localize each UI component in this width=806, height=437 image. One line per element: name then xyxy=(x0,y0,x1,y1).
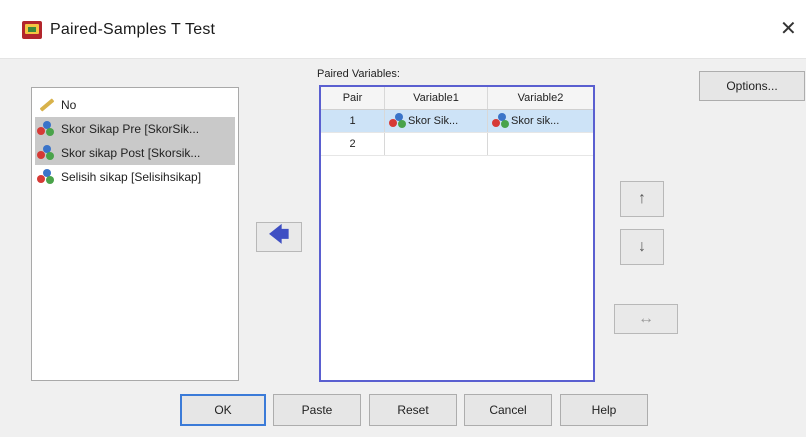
pair-number: 2 xyxy=(321,133,385,155)
variable1-cell[interactable] xyxy=(385,133,488,155)
options-button-label: Options... xyxy=(726,79,778,93)
variable2-cell[interactable] xyxy=(488,133,593,155)
title-bar: Paired-Samples T Test ✕ xyxy=(0,0,806,59)
window-title: Paired-Samples T Test xyxy=(50,21,216,38)
scale-variable-icon xyxy=(37,121,55,137)
swap-arrows-icon: ↔ xyxy=(638,310,654,327)
ruler-pencil-icon xyxy=(37,97,55,113)
arrow-up-icon: ↑ xyxy=(638,190,646,207)
move-arrow-icon: 🡄 xyxy=(268,224,290,246)
move-down-button[interactable]: ↓ xyxy=(620,229,664,265)
ok-button-label: OK xyxy=(214,403,232,417)
source-variable-list[interactable]: No Skor Sikap Pre [SkorSik... Skor sikap… xyxy=(31,87,239,381)
paired-variables-label: Paired Variables: xyxy=(317,68,400,80)
variable2-cell[interactable]: Skor sik... xyxy=(488,110,593,132)
pair-number: 1 xyxy=(321,110,385,132)
paired-variables-table[interactable]: Pair Variable1 Variable2 1 Skor Sik... S… xyxy=(319,85,595,382)
list-item-selisih-sikap[interactable]: Selisih sikap [Selisihsikap] xyxy=(35,165,235,189)
help-button-label: Help xyxy=(591,403,617,417)
spss-app-icon xyxy=(22,21,42,39)
list-item-label: No xyxy=(61,98,77,112)
paste-button-label: Paste xyxy=(301,403,333,417)
list-item-skor-sikap-post[interactable]: Skor sikap Post [Skorsik... xyxy=(35,141,235,165)
move-to-pairs-button[interactable]: 🡄 xyxy=(256,222,302,252)
list-item-label: Skor Sikap Pre [SkorSik... xyxy=(61,122,200,136)
list-item-label: Skor sikap Post [Skorsik... xyxy=(61,146,201,160)
column-header-variable1: Variable1 xyxy=(385,87,488,109)
scale-variable-icon xyxy=(37,145,55,161)
table-row[interactable]: 1 Skor Sik... Skor sik... xyxy=(321,110,593,133)
variable1-value: Skor Sik... xyxy=(408,115,459,127)
table-header: Pair Variable1 Variable2 xyxy=(321,87,593,110)
close-icon[interactable]: ✕ xyxy=(780,16,797,41)
variable1-cell[interactable]: Skor Sik... xyxy=(385,110,488,132)
scale-variable-icon xyxy=(492,113,509,129)
ok-button[interactable]: OK xyxy=(180,394,266,426)
help-button[interactable]: Help xyxy=(560,394,648,426)
options-button[interactable]: Options... xyxy=(699,71,805,101)
arrow-down-icon: ↓ xyxy=(638,238,646,255)
cancel-button-label: Cancel xyxy=(489,403,527,417)
paste-button[interactable]: Paste xyxy=(273,394,361,426)
list-item-skor-sikap-pre[interactable]: Skor Sikap Pre [SkorSik... xyxy=(35,117,235,141)
list-item-no[interactable]: No xyxy=(35,93,235,117)
column-header-variable2: Variable2 xyxy=(517,92,564,104)
table-row[interactable]: 2 xyxy=(321,133,593,156)
column-header-pair: Pair xyxy=(321,87,385,109)
reset-button-label: Reset xyxy=(397,403,429,417)
paired-samples-t-test-dialog: Paired-Samples T Test ✕ No Skor Sikap Pr… xyxy=(0,0,806,437)
variable2-value: Skor sik... xyxy=(511,115,560,127)
list-item-label: Selisih sikap [Selisihsikap] xyxy=(61,170,202,184)
move-up-button[interactable]: ↑ xyxy=(620,181,664,217)
scale-variable-icon xyxy=(389,113,406,129)
scale-variable-icon xyxy=(37,169,55,185)
swap-button[interactable]: ↔ xyxy=(614,304,678,334)
cancel-button[interactable]: Cancel xyxy=(464,394,552,426)
reset-button[interactable]: Reset xyxy=(369,394,457,426)
